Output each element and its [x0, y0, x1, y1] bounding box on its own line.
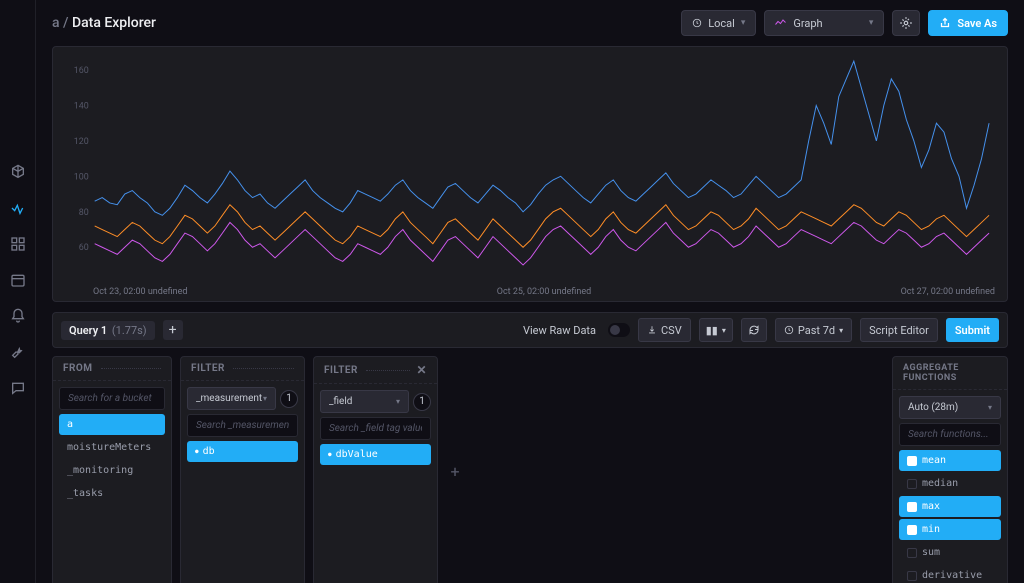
filter-panel-1: FILTER _measurement▾ 1 db — [180, 356, 305, 583]
nav-bell-icon[interactable] — [6, 304, 30, 328]
window-dropdown[interactable]: Auto (28m)▾ — [899, 396, 1001, 419]
csv-button[interactable]: CSV — [638, 318, 691, 342]
filter2-search-input[interactable] — [320, 417, 431, 440]
nav-calendar-icon[interactable] — [6, 268, 30, 292]
agg-function-item[interactable]: max — [899, 496, 1001, 517]
bucket-item[interactable]: moistureMeters — [59, 437, 165, 458]
svg-text:120: 120 — [74, 137, 89, 147]
script-editor-button[interactable]: Script Editor — [860, 318, 938, 342]
settings-button[interactable] — [892, 10, 920, 36]
nav-wrench-icon[interactable] — [6, 340, 30, 364]
nav-cube-icon[interactable] — [6, 160, 30, 184]
add-filter-button[interactable]: + — [446, 356, 464, 583]
viz-type-dropdown[interactable]: Graph▾ — [764, 10, 884, 36]
refresh-icon — [748, 324, 760, 336]
agg-function-item[interactable]: median — [899, 473, 1001, 494]
query-bar: Query 1 (1.77s) + View Raw Data CSV ▮▮▾ … — [52, 312, 1008, 348]
side-nav — [0, 0, 36, 583]
timerange-dropdown[interactable]: Past 7d▾ — [775, 318, 852, 342]
nav-explorer-icon[interactable] — [6, 196, 30, 220]
nav-grid-icon[interactable] — [6, 232, 30, 256]
filter2-tag[interactable]: dbValue — [320, 444, 431, 465]
clock-icon — [692, 18, 702, 28]
download-icon — [647, 325, 657, 335]
svg-text:160: 160 — [74, 66, 89, 76]
filter1-search-input[interactable] — [187, 414, 298, 437]
filter2-count: 1 — [413, 393, 431, 411]
chart-area: 60 80 100 120 140 160 Oct 23, 02:00 undefined… — [52, 46, 1008, 302]
bucket-search-input[interactable] — [59, 387, 165, 410]
filter1-count: 1 — [280, 390, 298, 408]
agg-function-item[interactable]: derivative — [899, 565, 1001, 583]
filter2-key-dropdown[interactable]: _field▾ — [320, 390, 409, 413]
header: a / Data Explorer Local▾ Graph▾ Save As — [36, 0, 1024, 46]
filter1-key-dropdown[interactable]: _measurement▾ — [187, 387, 276, 410]
timezone-dropdown[interactable]: Local▾ — [681, 10, 756, 36]
pause-icon: ▮▮ — [706, 324, 718, 337]
filter-panel-2: FILTER✕ _field▾ 1 dbValue — [313, 356, 438, 583]
gear-icon — [899, 16, 913, 30]
raw-data-toggle[interactable] — [608, 323, 630, 337]
pause-button[interactable]: ▮▮▾ — [699, 318, 733, 342]
aggregate-panel: AGGREGATE FUNCTIONS Auto (28m)▾ meanmedi… — [892, 356, 1008, 583]
export-icon — [939, 17, 951, 29]
agg-function-item[interactable]: min — [899, 519, 1001, 540]
submit-button[interactable]: Submit — [946, 318, 999, 342]
breadcrumb: a / Data Explorer — [52, 15, 673, 31]
svg-text:80: 80 — [79, 208, 89, 218]
clock-icon — [784, 325, 794, 335]
add-query-button[interactable]: + — [163, 320, 183, 340]
refresh-button[interactable] — [741, 318, 767, 342]
graph-icon — [775, 18, 787, 28]
save-as-button[interactable]: Save As — [928, 10, 1008, 36]
svg-text:140: 140 — [74, 101, 89, 111]
bucket-item[interactable]: a — [59, 414, 165, 435]
nav-chat-icon[interactable] — [6, 376, 30, 400]
filter2-close-icon[interactable]: ✕ — [416, 363, 427, 377]
raw-data-label: View Raw Data — [523, 324, 596, 337]
agg-function-item[interactable]: mean — [899, 450, 1001, 471]
query-tab[interactable]: Query 1 (1.77s) — [61, 321, 155, 340]
x-axis-labels: Oct 23, 02:00 undefined Oct 25, 02:00 un… — [93, 287, 995, 297]
svg-text:60: 60 — [79, 243, 89, 253]
query-builder: FROM amoistureMeters_monitoring_tasks FI… — [52, 356, 1008, 583]
agg-function-item[interactable]: sum — [899, 542, 1001, 563]
agg-search-input[interactable] — [899, 423, 1001, 446]
line-chart: 60 80 100 120 140 160 — [65, 55, 995, 283]
filter1-tag[interactable]: db — [187, 441, 298, 462]
svg-text:100: 100 — [74, 172, 89, 182]
from-panel: FROM amoistureMeters_monitoring_tasks — [52, 356, 172, 583]
bucket-item[interactable]: _monitoring — [59, 460, 165, 481]
bucket-item[interactable]: _tasks — [59, 483, 165, 504]
